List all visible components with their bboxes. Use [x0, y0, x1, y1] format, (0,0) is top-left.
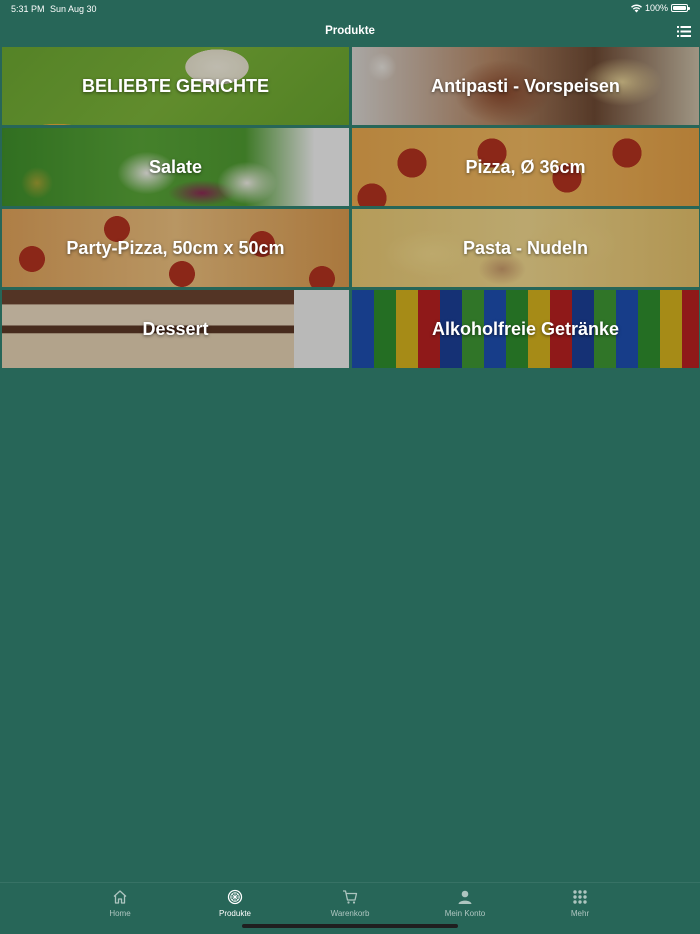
battery-percent: 100%: [644, 3, 668, 13]
tab-produkte[interactable]: Produkte: [195, 889, 275, 923]
tab-label: Mein Konto: [444, 909, 486, 918]
category-grid: BELIEBTE GERICHTE Antipasti - Vorspeisen…: [2, 47, 699, 368]
battery-icon: [671, 4, 690, 12]
category-tile-party-pizza[interactable]: Party-Pizza, 50cm x 50cm: [2, 209, 349, 287]
navigation-bar: Produkte: [0, 18, 700, 46]
tab-home[interactable]: Home: [80, 889, 160, 923]
pizza-icon: [227, 889, 243, 905]
category-label: Alkoholfreie Getränke: [431, 318, 620, 339]
category-label: Pizza, Ø 36cm: [465, 156, 586, 177]
category-tile-pasta[interactable]: Pasta - Nudeln: [352, 209, 699, 287]
cart-icon: [343, 890, 358, 904]
person-icon: [458, 890, 472, 904]
category-label: Pasta - Nudeln: [462, 237, 589, 258]
category-label: Antipasti - Vorspeisen: [431, 75, 620, 96]
status-bar: 5:31 PM Sun Aug 30 100%: [0, 0, 700, 18]
tab-label: Home: [109, 909, 131, 918]
tab-warenkorb[interactable]: Warenkorb: [310, 889, 390, 923]
tab-mehr[interactable]: Mehr: [540, 889, 620, 923]
category-tile-pizza[interactable]: Pizza, Ø 36cm: [352, 128, 699, 206]
category-label: BELIEBTE GERICHTE: [81, 75, 269, 96]
home-indicator[interactable]: [242, 924, 458, 928]
category-tile-salate[interactable]: Salate: [2, 128, 349, 206]
category-tile-antipasti[interactable]: Antipasti - Vorspeisen: [352, 47, 699, 125]
tab-label: Mehr: [570, 909, 590, 918]
status-time: 5:31 PM: [11, 4, 45, 14]
category-tile-getraenke[interactable]: Alkoholfreie Getränke: [352, 290, 699, 368]
tab-label: Produkte: [218, 909, 252, 918]
category-label: Party-Pizza, 50cm x 50cm: [66, 237, 285, 258]
list-icon[interactable]: [677, 25, 691, 38]
tab-label: Warenkorb: [330, 909, 370, 918]
grid-dots-icon: [573, 890, 587, 904]
category-label: Salate: [148, 156, 203, 177]
category-label: Dessert: [142, 318, 209, 339]
status-date: Sun Aug 30: [50, 4, 97, 14]
wifi-icon: [630, 4, 642, 12]
page-title: Produkte: [325, 25, 375, 37]
category-tile-dessert[interactable]: Dessert: [2, 290, 349, 368]
tab-mein-konto[interactable]: Mein Konto: [425, 889, 505, 923]
home-icon: [113, 890, 127, 904]
status-indicators: 100%: [630, 3, 690, 13]
category-tile-beliebte-gerichte[interactable]: BELIEBTE GERICHTE: [2, 47, 349, 125]
